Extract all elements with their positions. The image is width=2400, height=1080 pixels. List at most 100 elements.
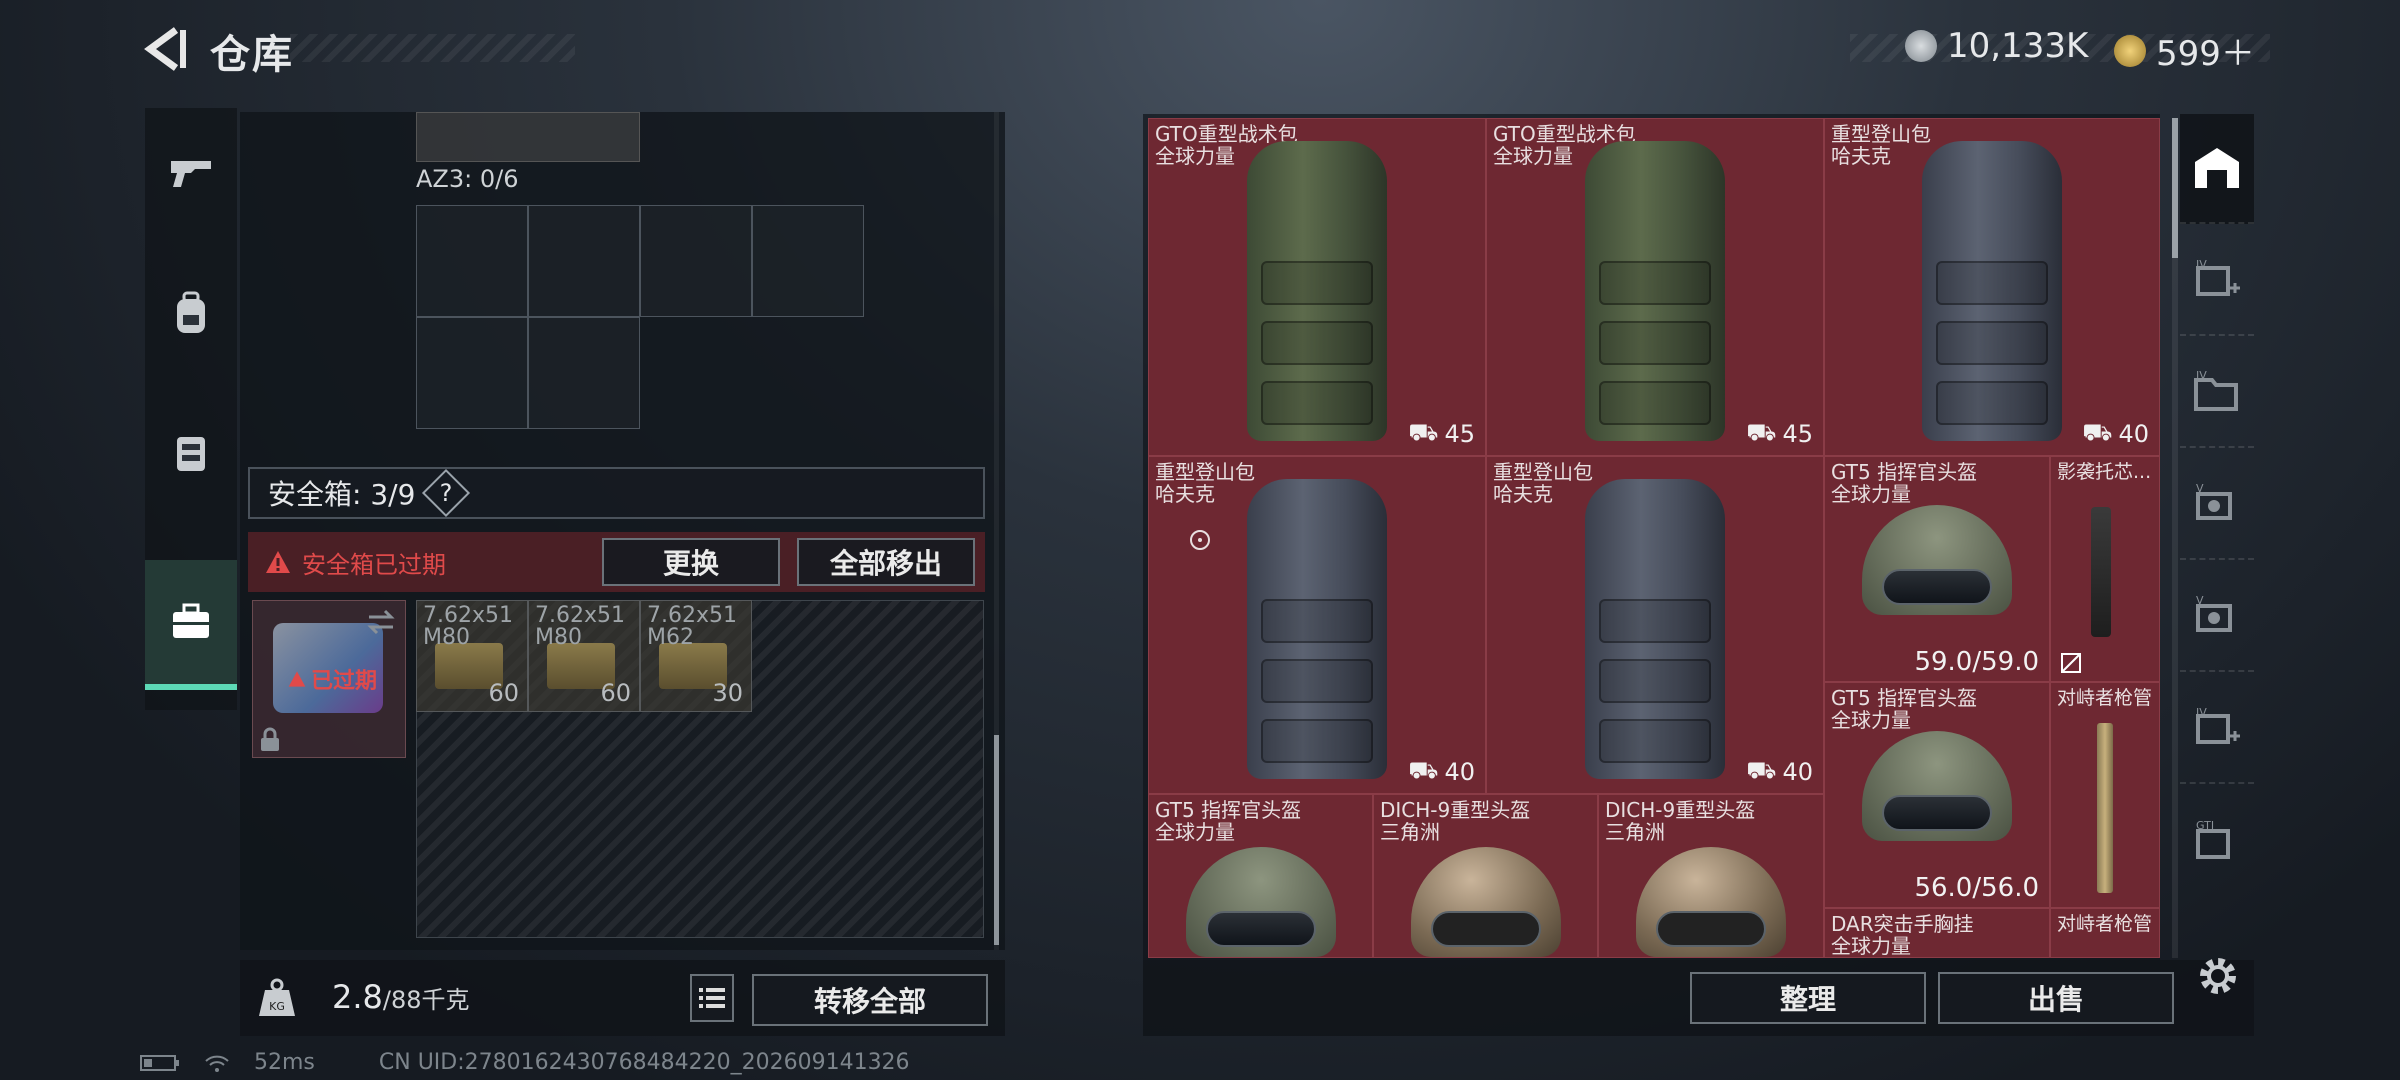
stash-tab-add[interactable]: IV: [2180, 226, 2254, 336]
stash-item-backpack[interactable]: 重型登山包 哈夫克 ⛟ 40: [1486, 456, 1824, 794]
status-bar: 52ms CN UID:2780162430768484220_20260914…: [140, 1050, 910, 1075]
ping-text: 52ms: [254, 1050, 315, 1075]
stash-tab-nav: IV IV V V IV GTI: [2180, 114, 2254, 960]
stash-tab-home[interactable]: [2180, 114, 2254, 224]
item-brand: 三角洲: [1380, 820, 1440, 844]
backpack-image: [1585, 479, 1725, 779]
item-name: 重型登山包: [1155, 460, 1255, 484]
list-view-button[interactable]: [690, 974, 734, 1022]
sell-button[interactable]: 出售: [1938, 972, 2174, 1024]
ammo-item[interactable]: 7.62x51 M62 30: [640, 600, 752, 712]
stash-item-barrel[interactable]: 对峙者枪管: [2050, 908, 2160, 958]
item-name: GT5 指挥官头盔: [1831, 686, 1978, 710]
weight-current: 2.8: [332, 978, 383, 1016]
stash-tab-add-2[interactable]: IV: [2180, 674, 2254, 784]
item-brand: 全球力量: [1155, 144, 1235, 168]
page-title: 仓库: [210, 32, 294, 78]
sort-button[interactable]: 整理: [1690, 972, 1926, 1024]
currency-triangle[interactable]: 599＋: [2114, 26, 2255, 75]
ammo-sub: M80: [535, 625, 582, 650]
weight-icon: KG: [259, 978, 295, 1016]
backpack-image: [1247, 141, 1387, 441]
helmet-image: [1862, 505, 2012, 615]
stash-item-backpack[interactable]: 重型登山包 哈夫克 ⛟ 40: [1824, 118, 2160, 456]
nav-backpack[interactable]: [145, 248, 237, 378]
stash-scroll-thumb[interactable]: [2172, 118, 2178, 258]
currency-hafcoin[interactable]: 10,133K: [1905, 26, 2088, 66]
stash-item-helmet[interactable]: GT5 指挥官头盔 全球力量 56.0/56.0: [1824, 682, 2050, 908]
helmet-image: [1185, 847, 1336, 957]
warehouse-icon: [2195, 148, 2239, 188]
item-brand: 全球力量: [1831, 934, 1911, 958]
az3-slot[interactable]: [752, 205, 864, 317]
stash-item-backpack[interactable]: GTO重型战术包 全球力量 ⛟ 45: [1486, 118, 1824, 456]
replace-button[interactable]: 更换: [602, 538, 780, 586]
folder-icon: IV: [2194, 370, 2238, 411]
backpack-image: [1247, 479, 1387, 779]
back-button[interactable]: [140, 24, 190, 74]
ammo-item[interactable]: 7.62x51 M80 60: [528, 600, 640, 712]
stash-item-stock[interactable]: 影袭托芯...: [2050, 456, 2160, 682]
stash-item-backpack[interactable]: GTO重型战术包 全球力量 ⛟ 45: [1148, 118, 1486, 456]
ammo-count: 60: [600, 679, 631, 707]
left-scroll-thumb[interactable]: [994, 735, 999, 945]
stash-item-helmet[interactable]: GT5 指挥官头盔 全球力量: [1148, 794, 1373, 958]
wifi-icon: [205, 1055, 229, 1072]
swap-icon[interactable]: [365, 609, 397, 635]
coin-icon: [1905, 30, 1937, 62]
gear-box-icon: V: [2196, 594, 2232, 632]
ammo-count: 60: [488, 679, 519, 707]
top-partial-items[interactable]: [416, 112, 640, 162]
item-brand: 全球力量: [1831, 708, 1911, 732]
az3-slot[interactable]: [416, 205, 528, 317]
item-name: 对峙者枪管: [2057, 687, 2153, 709]
weight-max: /88千克: [382, 986, 470, 1014]
lock-icon: [261, 727, 279, 751]
az3-slot[interactable]: [528, 205, 640, 317]
az3-slot[interactable]: [416, 317, 528, 429]
stash-tab-special[interactable]: GTI: [2180, 786, 2254, 896]
stash-item-barrel[interactable]: 对峙者枪管: [2050, 682, 2160, 908]
item-capacity: 45: [1782, 419, 1813, 448]
list-icon: [699, 988, 725, 1008]
safebox-expired-text: 安全箱已过期: [302, 550, 446, 579]
add-container-icon: IV: [2196, 258, 2240, 296]
svg-text:IV: IV: [2196, 258, 2207, 271]
item-brand: 全球力量: [1155, 820, 1235, 844]
stash-item-helmet[interactable]: GT5 指挥官头盔 全球力量 59.0/59.0: [1824, 456, 2050, 682]
back-arrow-icon: [144, 27, 186, 71]
stash-tab-gear[interactable]: V: [2180, 450, 2254, 560]
item-name: DICH-9重型头盔: [1605, 798, 1756, 822]
safebox-label: 安全箱: 3/9: [268, 478, 416, 511]
nav-chest-rig[interactable]: [145, 388, 237, 518]
stash-item-helmet[interactable]: DICH-9重型头盔 三角洲: [1598, 794, 1824, 958]
crosshair-icon: [1190, 530, 1210, 550]
transfer-all-button[interactable]: 转移全部: [752, 974, 988, 1026]
special-container-icon: GTI: [2196, 819, 2230, 859]
help-icon: ?: [440, 479, 453, 507]
nav-weapons[interactable]: [145, 108, 237, 238]
item-capacity: 40: [1444, 757, 1475, 786]
stash-tab-folder[interactable]: IV: [2180, 338, 2254, 448]
safebox-item[interactable]: 已过期: [252, 600, 406, 758]
az3-slot[interactable]: [640, 205, 752, 317]
help-button[interactable]: ?: [422, 468, 471, 518]
move-all-out-button[interactable]: 全部移出: [797, 538, 975, 586]
item-name: DAR突击手胸挂: [1831, 912, 1974, 936]
item-name: 重型登山包: [1831, 122, 1931, 146]
currency-hafcoin-value: 10,133K: [1947, 26, 2089, 66]
svg-text:GTI: GTI: [2196, 819, 2214, 832]
item-name: GT5 指挥官头盔: [1831, 460, 1978, 484]
settings-gear-icon[interactable]: [2196, 954, 2240, 998]
az3-slot[interactable]: [528, 317, 640, 429]
weight-display: 2.8 /88千克: [314, 970, 694, 1028]
ammo-item[interactable]: 7.62x51 M80 60: [416, 600, 528, 712]
stash-item-helmet[interactable]: DICH-9重型头盔 三角洲: [1373, 794, 1598, 958]
nav-safe-box[interactable]: [145, 560, 237, 690]
helmet-image: [1862, 731, 2012, 841]
stash-tab-gear-2[interactable]: V: [2180, 562, 2254, 672]
stash-item-chest-rig[interactable]: DAR突击手胸挂 全球力量: [1824, 908, 2050, 958]
ammo-sub: M80: [423, 625, 470, 650]
stash-item-backpack[interactable]: 重型登山包 哈夫克 ⛟ 40: [1148, 456, 1486, 794]
add-container-icon: IV: [2196, 706, 2240, 744]
